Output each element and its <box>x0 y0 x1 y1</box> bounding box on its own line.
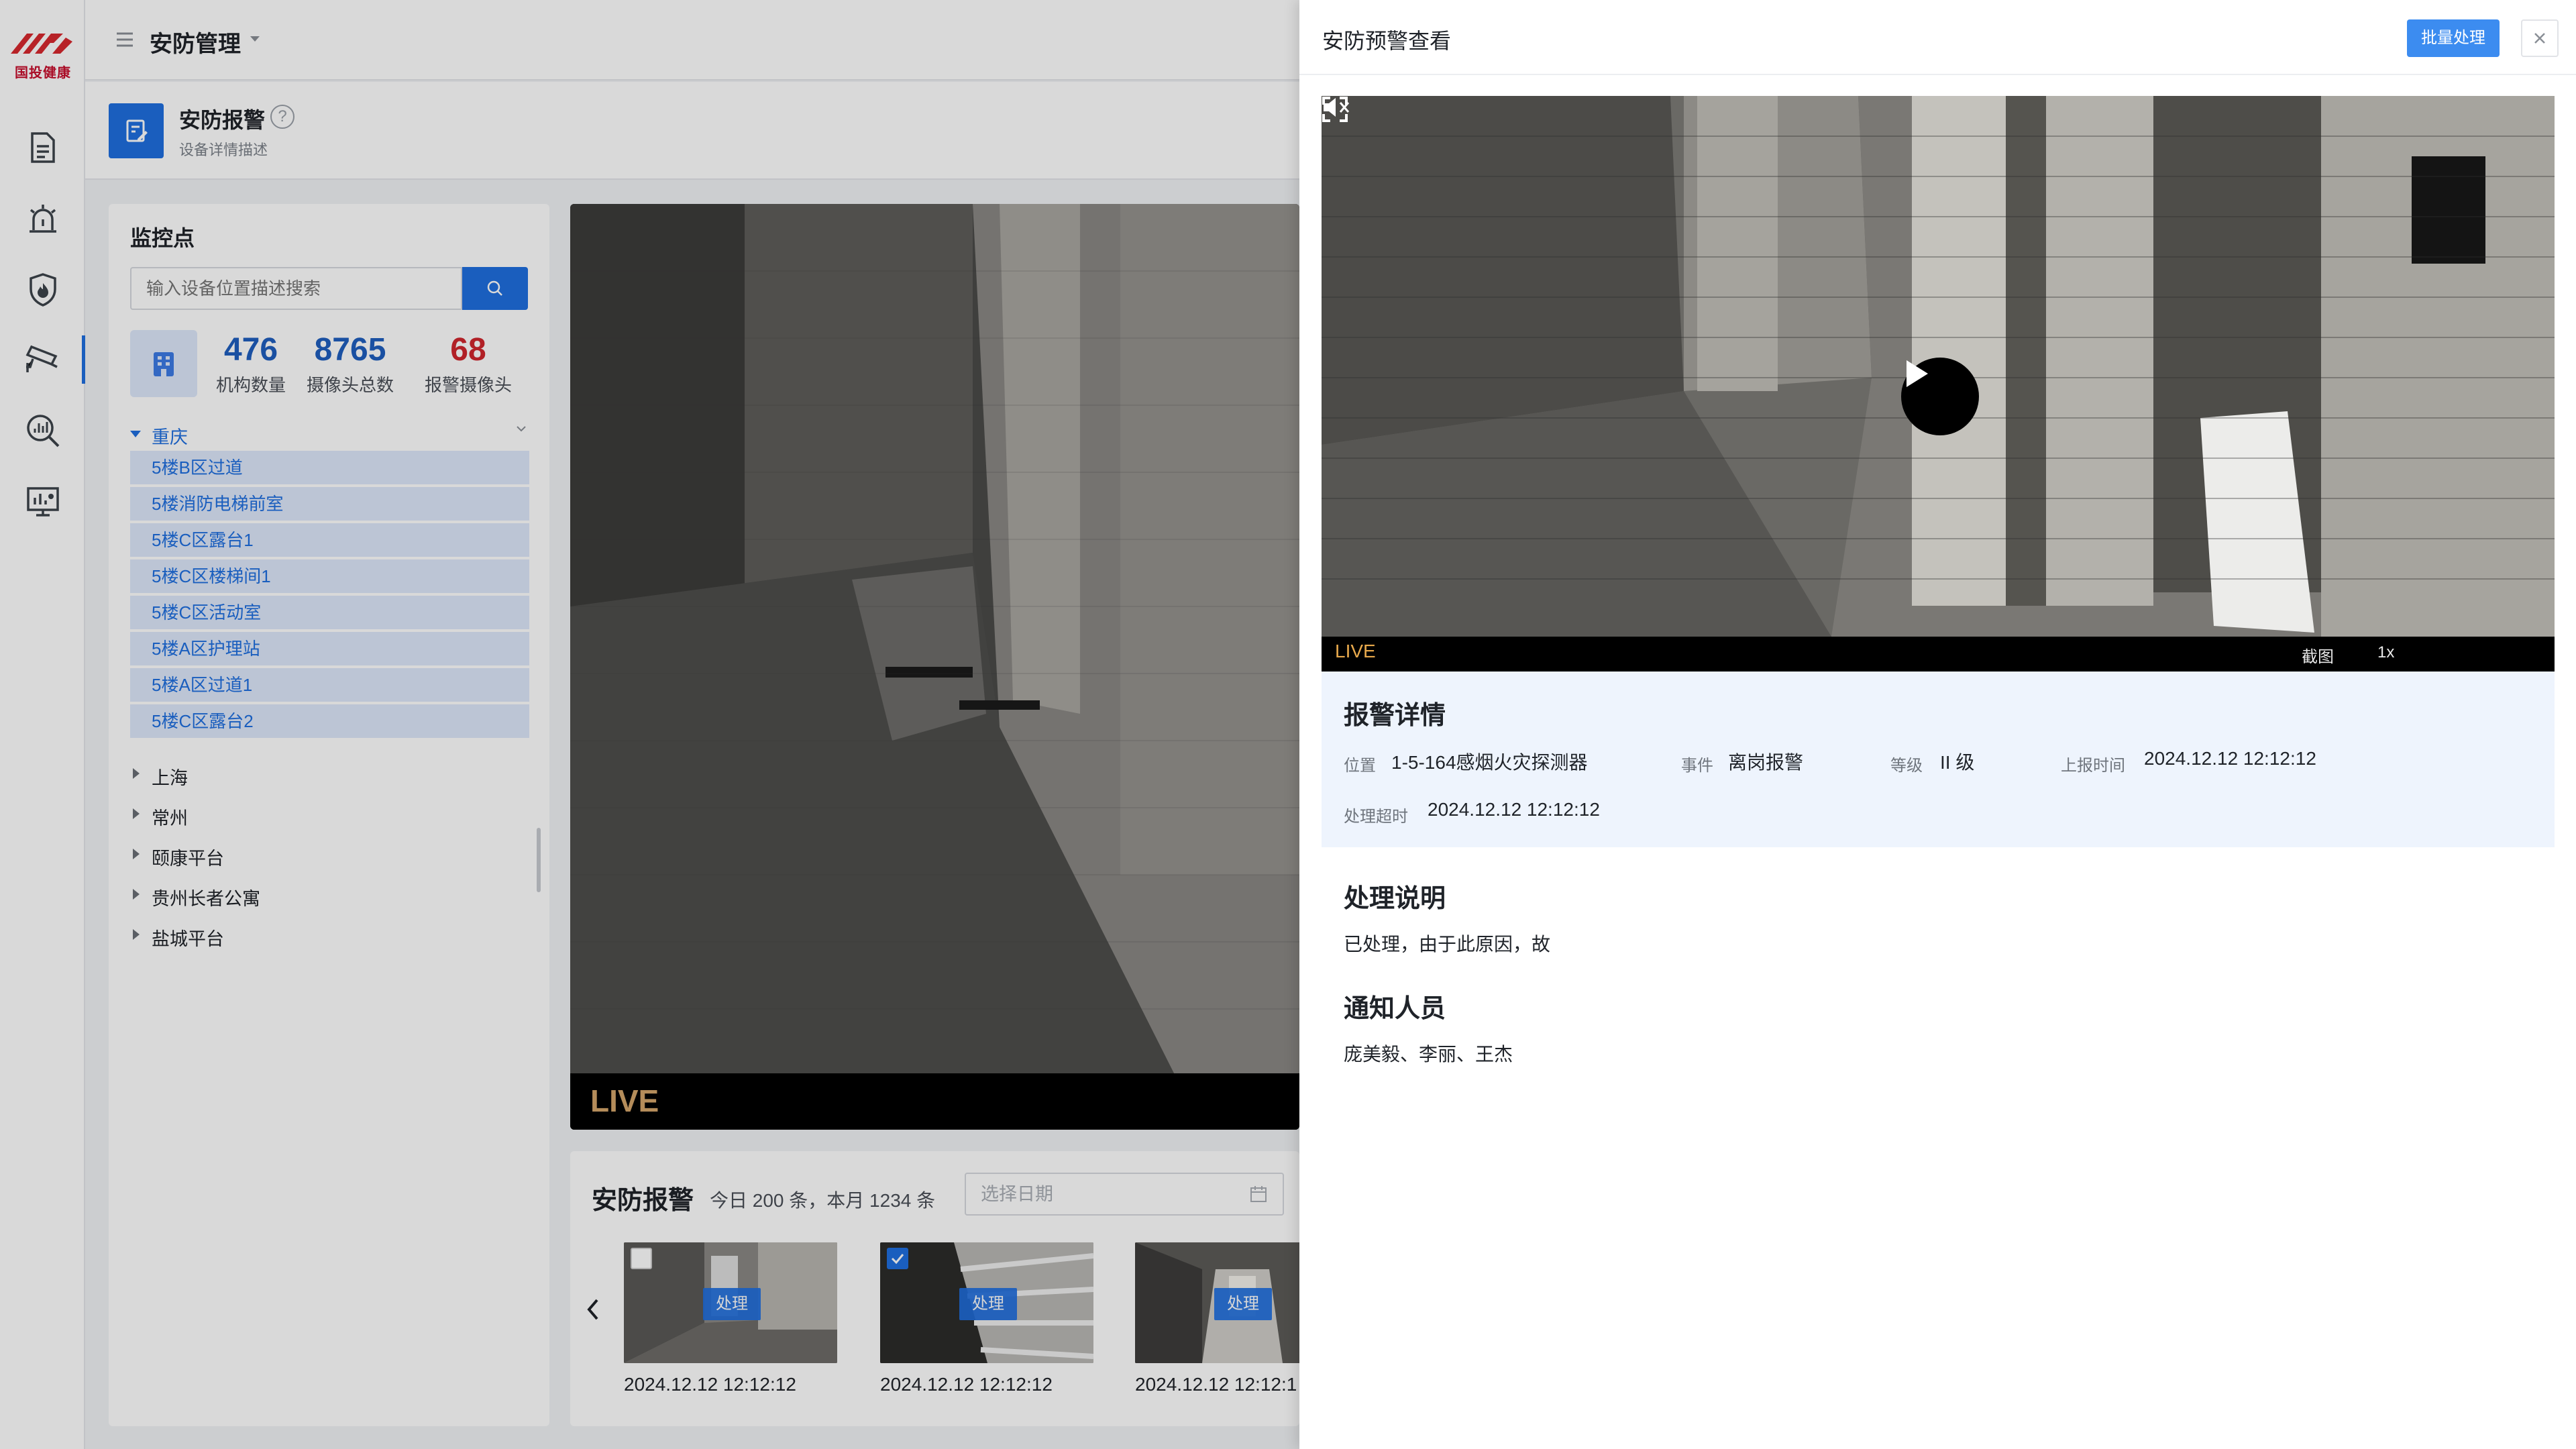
handling-text: 已处理，由于此原因，故 <box>1344 934 1551 955</box>
event-label: 事件 <box>1681 757 1713 775</box>
alarm-detail-section: 报警详情 位置 1-5-164感烟火灾探测器 事件 离岗报警 等级 II 级 上… <box>1322 672 2555 847</box>
timeout-value: 2024.12.12 12:12:12 <box>1428 799 1600 820</box>
report-time-label: 上报时间 <box>2061 757 2125 775</box>
handling-title: 处理说明 <box>1344 885 1446 913</box>
location-value: 1-5-164感烟火灾探测器 <box>1391 752 1588 773</box>
location-label: 位置 <box>1344 757 1376 775</box>
detail-title: 报警详情 <box>1344 702 1446 730</box>
close-icon <box>2534 33 2545 44</box>
notify-people: 庞美毅、李丽、王杰 <box>1344 1044 1513 1065</box>
event-value: 离岗报警 <box>1728 752 1804 773</box>
video-player[interactable]: LIVE 截图 1x <box>1322 96 2555 672</box>
playback-speed[interactable]: 1x <box>2377 643 2394 662</box>
batch-process-button[interactable]: 批量处理 <box>2407 19 2500 57</box>
report-time-value: 2024.12.12 12:12:12 <box>2144 748 2316 769</box>
drawer-header: 安防预警查看 批量处理 <box>1299 0 2576 75</box>
drawer-title: 安防预警查看 <box>1322 29 1452 53</box>
level-value: II 级 <box>1940 752 1975 773</box>
screenshot-button[interactable]: 截图 <box>2302 643 2334 667</box>
notify-title: 通知人员 <box>1344 995 1446 1023</box>
fullscreen-icon[interactable] <box>1322 96 1348 123</box>
player-live-label: LIVE <box>1335 641 1376 661</box>
close-button[interactable] <box>2521 19 2559 57</box>
play-button[interactable] <box>1901 358 1979 435</box>
level-label: 等级 <box>1890 757 1923 775</box>
timeout-label: 处理超时 <box>1344 808 1408 826</box>
modal-backdrop[interactable] <box>0 0 1299 1449</box>
play-icon <box>1907 360 1928 387</box>
alarm-detail-drawer: 安防预警查看 批量处理 LIVE 截图 1x 报警详情 位置 1-5-164感烟… <box>1299 0 2576 1449</box>
player-control-bar <box>1322 637 2555 672</box>
